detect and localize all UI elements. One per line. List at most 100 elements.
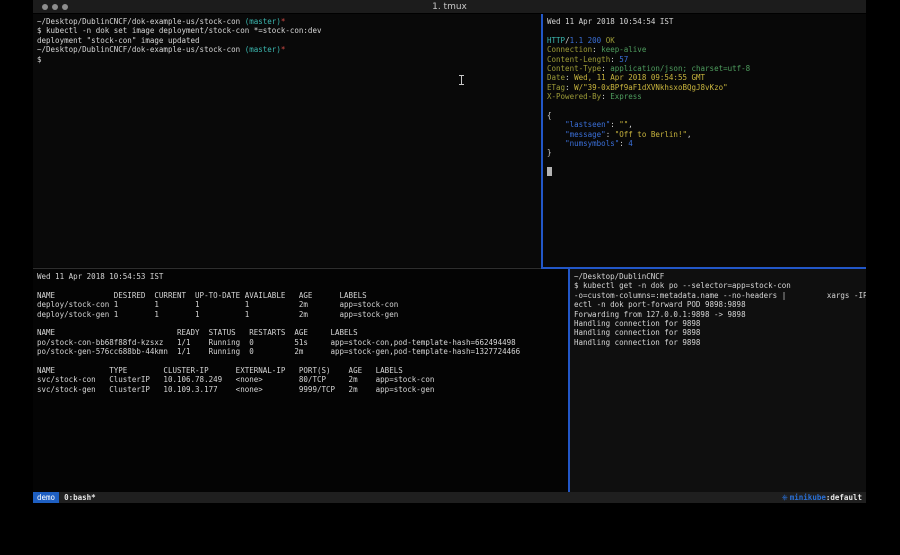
terminal-line: ~/Desktop/DublinCNCF/dok-example-us/stoc…	[37, 45, 541, 54]
terminal-text-segment: po/stock-con-bb68f88fd-kzsxz 1/1 Running…	[37, 338, 516, 347]
terminal-text-segment: deploy/stock-con 1 1 1 1 2m app=stock-co…	[37, 300, 398, 309]
terminal-text-segment: ~/Desktop/DublinCNCF/dok-example-us/stoc…	[37, 17, 245, 26]
terminal-line: Wed 11 Apr 2018 10:54:53 IST	[37, 272, 568, 281]
terminal-text-segment: deployment "stock-con" image updated	[37, 36, 200, 45]
terminal-line: X-Powered-By: Express	[547, 92, 866, 101]
terminal-line: deploy/stock-con 1 1 1 1 2m app=stock-co…	[37, 300, 568, 309]
terminal-text-segment: *	[281, 17, 286, 26]
pane-divider-vertical-bottom[interactable]	[568, 269, 570, 494]
session-name-badge[interactable]: demo	[33, 492, 59, 503]
terminal-line: "message": "Off to Berlin!",	[547, 130, 866, 139]
terminal-text-segment: $	[37, 55, 42, 64]
terminal-text-segment: Express	[610, 92, 642, 101]
kube-cluster-name: minikube	[790, 493, 826, 502]
terminal-text-segment: 57	[619, 55, 628, 64]
terminal-line: HTTP/1.1 200 OK	[547, 36, 866, 45]
pane-divider-vertical-top[interactable]	[541, 14, 543, 269]
terminal-text-segment: Wed 11 Apr 2018 10:54:54 IST	[547, 17, 673, 26]
window-titlebar[interactable]: 1. tmux	[33, 0, 866, 14]
terminal-line: ~/Desktop/DublinCNCF	[574, 272, 866, 281]
terminal-text-segment: :	[592, 45, 601, 54]
pane-bottom-right-port-forward[interactable]: ~/Desktop/DublinCNCF$ kubectl get -n dok…	[570, 269, 866, 494]
terminal-text-segment: ETag	[547, 83, 565, 92]
terminal-text-segment: {	[547, 111, 552, 120]
terminal-line: Wed 11 Apr 2018 10:54:54 IST	[547, 17, 866, 26]
terminal-line: ectl -n dok port-forward POD 9898:9898	[574, 300, 866, 309]
terminal-line	[37, 319, 568, 328]
terminal-text-segment: W/"39-0xBPf9aF1dXVNkhsxoBQgJ8vKzo"	[574, 83, 728, 92]
terminal-text-segment: deploy/stock-gen 1 1 1 1 2m app=stock-ge…	[37, 310, 398, 319]
terminal-line: NAME READY STATUS RESTARTS AGE LABELS	[37, 328, 568, 337]
minimize-button[interactable]	[52, 4, 58, 10]
terminal-text-segment: :	[565, 73, 574, 82]
terminal-line: $ kubectl -n dok set image deployment/st…	[37, 26, 541, 35]
pane-divider-horizontal-left[interactable]	[33, 268, 541, 269]
terminal-text-segment: svc/stock-con ClusterIP 10.106.78.249 <n…	[37, 375, 434, 384]
terminal-line: deployment "stock-con" image updated	[37, 36, 541, 45]
terminal-text-segment: Date	[547, 73, 565, 82]
terminal-line: Content-Length: 57	[547, 55, 866, 64]
terminal-text-segment: :	[610, 120, 619, 129]
terminal-text-segment: NAME READY STATUS RESTARTS AGE LABELS	[37, 328, 358, 337]
terminal-text-segment: (master)	[245, 45, 281, 54]
terminal-line: Forwarding from 127.0.0.1:9898 -> 9898	[574, 310, 866, 319]
terminal-text-segment: :	[565, 83, 574, 92]
status-right: ⎈ minikube :default	[782, 493, 862, 503]
tmux-pane-area: ~/Desktop/DublinCNCF/dok-example-us/stoc…	[33, 14, 866, 492]
terminal-line: NAME TYPE CLUSTER-IP EXTERNAL-IP PORT(S)…	[37, 366, 568, 375]
terminal-text-segment: svc/stock-gen ClusterIP 10.109.3.177 <no…	[37, 385, 434, 394]
terminal-text-segment: -o=custom-columns=:metadata.name --no-he…	[574, 291, 866, 300]
terminal-text-segment: "message"	[565, 130, 606, 139]
terminal-text-segment: ~/Desktop/DublinCNCF/dok-example-us/stoc…	[37, 45, 245, 54]
zoom-button[interactable]	[62, 4, 68, 10]
terminal-text-segment	[547, 120, 565, 129]
terminal-text-segment: :	[610, 55, 619, 64]
terminal-text-segment: :	[601, 64, 610, 73]
pane-top-left-shell[interactable]: ~/Desktop/DublinCNCF/dok-example-us/stoc…	[33, 14, 541, 267]
terminal-text-segment: Handling connection for 9898	[574, 338, 700, 347]
terminal-line: svc/stock-gen ClusterIP 10.109.3.177 <no…	[37, 385, 568, 394]
terminal-text-segment: $ kubectl -n dok set image deployment/st…	[37, 26, 321, 35]
terminal-text-segment: OK	[606, 36, 615, 45]
pane-top-right-http-response[interactable]: Wed 11 Apr 2018 10:54:54 IST HTTP/1.1 20…	[543, 14, 866, 267]
terminal-text-segment	[547, 130, 565, 139]
terminal-text-segment: Wed, 11 Apr 2018 09:54:55 GMT	[574, 73, 705, 82]
mouse-ibeam-cursor	[459, 75, 464, 85]
terminal-text-segment: 1.1 200	[570, 36, 602, 45]
terminal-line: Connection: keep-alive	[547, 45, 866, 54]
terminal-text-segment: 4	[628, 139, 633, 148]
terminal-line	[547, 167, 866, 176]
terminal-line	[37, 281, 568, 290]
tmux-status-bar: demo 0:bash* ⎈ minikube :default	[33, 492, 866, 503]
terminal-text-segment: ~/Desktop/DublinCNCF	[574, 272, 664, 281]
terminal-text-segment: po/stock-gen-576cc688bb-44kmn 1/1 Runnin…	[37, 347, 520, 356]
terminal-text-segment: $ kubectl get -n dok po --selector=app=s…	[574, 281, 791, 290]
terminal-line	[547, 158, 866, 167]
close-button[interactable]	[42, 4, 48, 10]
terminal-line: ~/Desktop/DublinCNCF/dok-example-us/stoc…	[37, 17, 541, 26]
terminal-text-segment: NAME TYPE CLUSTER-IP EXTERNAL-IP PORT(S)…	[37, 366, 403, 375]
terminal-text-segment: keep-alive	[601, 45, 646, 54]
terminal-text-segment: Forwarding from 127.0.0.1:9898 -> 9898	[574, 310, 746, 319]
traffic-lights	[42, 4, 68, 10]
terminal-text-segment: Handling connection for 9898	[574, 319, 700, 328]
terminal-text-segment: Content-Length	[547, 55, 610, 64]
block-cursor	[547, 167, 552, 176]
pane-bottom-left-kubectl-watch[interactable]: Wed 11 Apr 2018 10:54:53 IST NAME DESIRE…	[33, 269, 568, 494]
terminal-text-segment: Content-Type	[547, 64, 601, 73]
terminal-line: -o=custom-columns=:metadata.name --no-he…	[574, 291, 866, 300]
terminal-text-segment: ectl -n dok port-forward POD 9898:9898	[574, 300, 746, 309]
terminal-line: "lastseen": "",	[547, 120, 866, 129]
terminal-text-segment: :	[601, 92, 610, 101]
terminal-text-segment: Handling connection for 9898	[574, 328, 700, 337]
window-list-item-active[interactable]: 0:bash*	[64, 493, 96, 502]
terminal-line: NAME DESIRED CURRENT UP-TO-DATE AVAILABL…	[37, 291, 568, 300]
terminal-text-segment: :	[606, 130, 615, 139]
kube-context-name: :default	[826, 493, 862, 502]
terminal-line: "numsymbols": 4	[547, 139, 866, 148]
terminal-line: }	[547, 148, 866, 157]
terminal-line: deploy/stock-gen 1 1 1 1 2m app=stock-ge…	[37, 310, 568, 319]
pane-divider-horizontal-right[interactable]	[541, 267, 866, 269]
terminal-text-segment: Wed 11 Apr 2018 10:54:53 IST	[37, 272, 163, 281]
terminal-line: po/stock-con-bb68f88fd-kzsxz 1/1 Running…	[37, 338, 568, 347]
